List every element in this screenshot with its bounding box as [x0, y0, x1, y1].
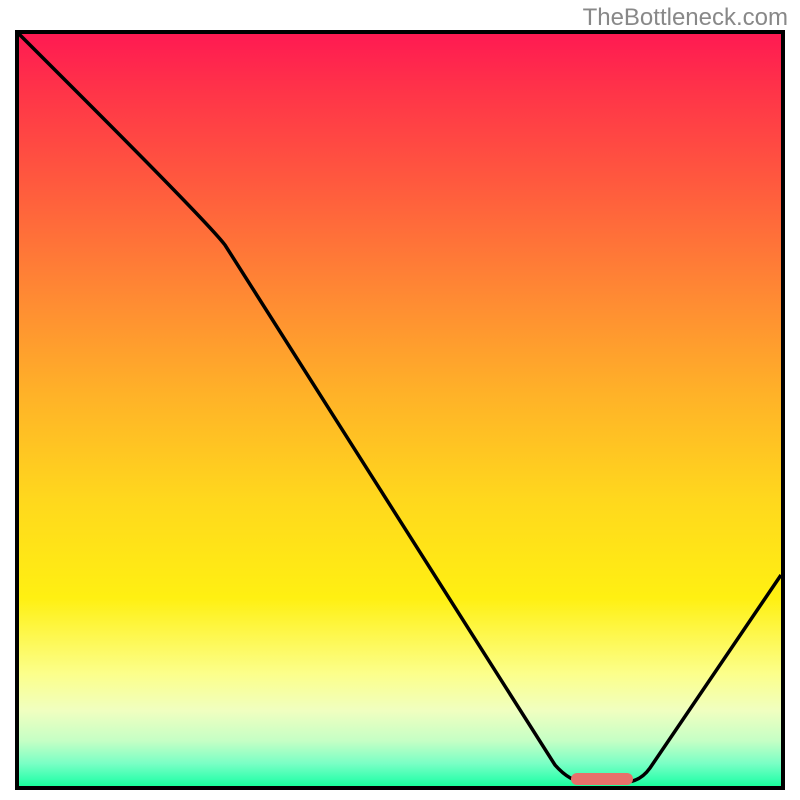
watermark-text: TheBottleneck.com	[583, 4, 788, 32]
chart-frame-border	[15, 30, 785, 790]
chart-container	[15, 30, 785, 790]
